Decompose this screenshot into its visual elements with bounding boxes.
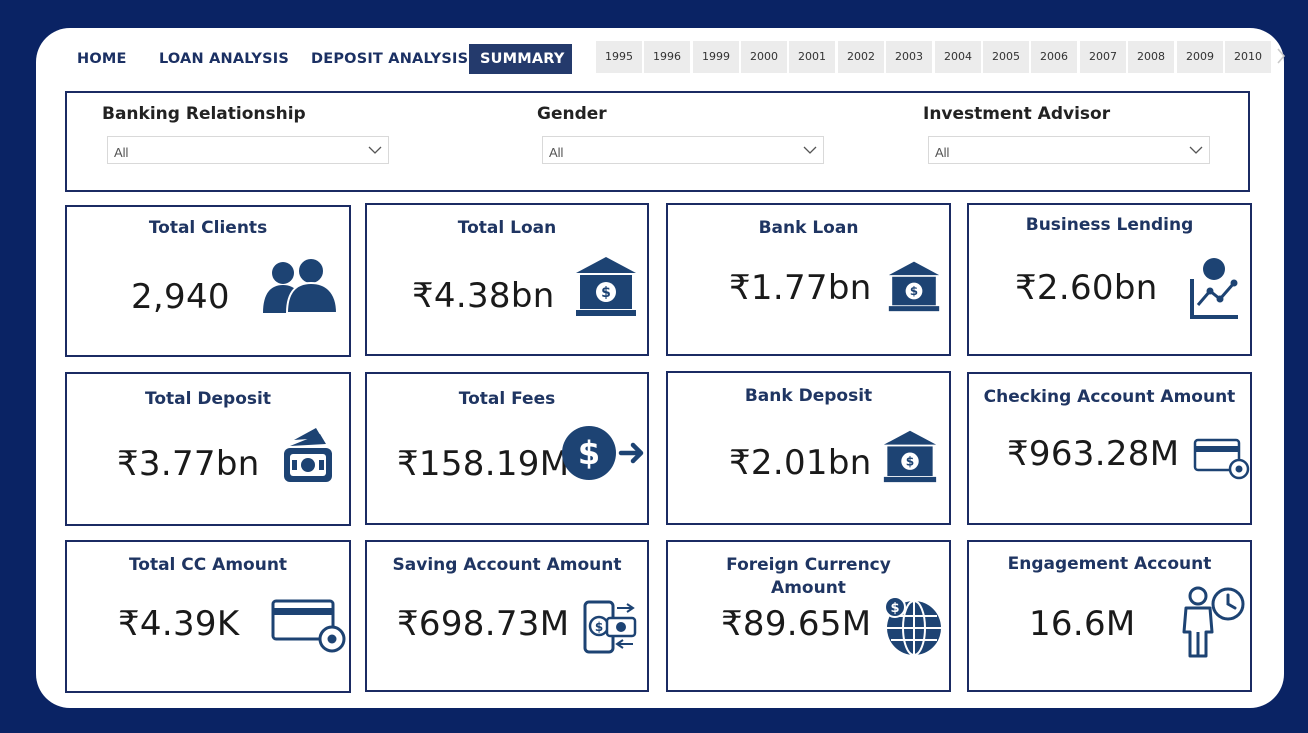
card-value: ₹2.60bn	[1015, 268, 1158, 308]
mobile-payment-icon: $	[583, 600, 637, 654]
card-value: ₹698.73M	[397, 604, 570, 644]
card-value: ₹1.77bn	[729, 268, 872, 308]
year-button[interactable]: 2007	[1080, 41, 1126, 73]
kpi-card-bank-deposit: Bank Deposit ₹2.01bn $	[666, 371, 951, 525]
svg-text:$: $	[910, 284, 918, 298]
year-button[interactable]: 2008	[1128, 41, 1174, 73]
card-title: Engagement Account	[1007, 554, 1212, 574]
card-value: ₹158.19M	[397, 444, 570, 484]
year-button[interactable]: 2001	[789, 41, 835, 73]
kpi-card-bank-loan: Bank Loan ₹1.77bn $	[666, 203, 951, 356]
gender-dropdown[interactable]: All	[542, 136, 824, 164]
kpi-card-total-cc-amount: Total CC Amount ₹4.39K	[65, 540, 351, 693]
dropdown-value: All	[549, 145, 564, 160]
card-value: ₹4.39K	[118, 604, 240, 644]
card-value: ₹3.77bn	[117, 444, 260, 484]
globe-dollar-icon: $	[884, 596, 941, 656]
card-value: ₹89.65M	[721, 604, 872, 644]
year-button[interactable]: 2006	[1031, 41, 1077, 73]
card-title: Total Deposit	[145, 389, 271, 409]
card-value: ₹2.01bn	[729, 443, 872, 483]
kpi-card-total-loan: Total Loan ₹4.38bn $	[365, 203, 649, 356]
chevron-down-icon	[1189, 146, 1203, 154]
year-button[interactable]: 1996	[644, 41, 690, 73]
tab-loan-analysis[interactable]: LOAN ANALYSIS	[159, 44, 289, 74]
card-settings-icon	[271, 599, 346, 653]
card-title: Business Lending	[1025, 215, 1194, 235]
investment-advisor-dropdown[interactable]: All	[928, 136, 1210, 164]
users-icon	[263, 257, 339, 314]
card-title: Total Clients	[148, 218, 268, 238]
dropdown-value: All	[114, 145, 129, 160]
kpi-card-checking-account-amount: Checking Account Amount ₹963.28M	[967, 372, 1252, 525]
kpi-card-foreign-currency-amount: Foreign Currency Amount ₹89.65M $	[666, 540, 951, 692]
svg-text:$: $	[890, 601, 899, 616]
card-value: ₹4.38bn	[412, 276, 555, 316]
card-title: Bank Loan	[758, 218, 859, 238]
svg-text:$: $	[601, 285, 611, 301]
filter-label-gender: Gender	[537, 104, 607, 124]
svg-text:$: $	[595, 620, 603, 634]
card-title: Total Fees	[458, 389, 556, 409]
year-button[interactable]: 1999	[693, 41, 739, 73]
kpi-card-total-clients: Total Clients 2,940	[65, 205, 351, 357]
svg-text:$: $	[578, 434, 600, 472]
tab-summary[interactable]: SUMMARY	[469, 44, 572, 74]
year-button[interactable]: 2000	[741, 41, 787, 73]
card-title: Foreign Currency Amount	[726, 555, 891, 598]
cash-deposit-icon	[284, 428, 332, 482]
card-value: 16.6M	[1029, 604, 1136, 644]
chevron-right-icon[interactable]	[1276, 47, 1286, 65]
card-title: Checking Account Amount	[983, 387, 1236, 407]
kpi-card-business-lending: Business Lending ₹2.60bn	[967, 203, 1252, 356]
growth-chart-icon	[1190, 258, 1238, 319]
card-title: Bank Deposit	[744, 386, 873, 406]
year-button[interactable]: 2002	[838, 41, 884, 73]
svg-text:$: $	[906, 455, 914, 469]
year-button[interactable]: 2003	[886, 41, 932, 73]
kpi-card-total-fees: Total Fees ₹158.19M $	[365, 372, 649, 525]
filter-label-banking-relationship: Banking Relationship	[102, 104, 306, 124]
filter-label-investment-advisor: Investment Advisor	[923, 104, 1111, 124]
person-clock-icon	[1182, 586, 1245, 658]
kpi-card-saving-account-amount: Saving Account Amount ₹698.73M $	[365, 540, 649, 692]
banking-relationship-dropdown[interactable]: All	[107, 136, 389, 164]
kpi-card-total-deposit: Total Deposit ₹3.77bn	[65, 372, 351, 526]
year-button[interactable]: 1995	[596, 41, 642, 73]
bank-icon: $	[888, 261, 940, 312]
tab-deposit-analysis[interactable]: DEPOSIT ANALYSIS	[311, 44, 468, 74]
card-value: ₹963.28M	[1007, 434, 1180, 474]
card-title: Saving Account Amount	[392, 555, 622, 575]
year-button[interactable]: 2009	[1177, 41, 1223, 73]
year-button[interactable]: 2004	[935, 41, 981, 73]
card-title: Total CC Amount	[128, 555, 288, 575]
card-settings-icon	[1193, 438, 1250, 480]
chevron-down-icon	[368, 146, 382, 154]
year-button[interactable]: 2010	[1225, 41, 1271, 73]
dollar-transfer-icon: $	[562, 426, 644, 480]
dropdown-value: All	[935, 145, 950, 160]
tab-home[interactable]: HOME	[77, 44, 127, 74]
year-button[interactable]: 2005	[983, 41, 1029, 73]
kpi-card-engagement-account: Engagement Account 16.6M	[967, 540, 1252, 692]
chevron-down-icon	[803, 146, 817, 154]
bank-icon: $	[576, 257, 636, 316]
card-title: Total Loan	[457, 218, 557, 238]
bank-icon: $	[883, 430, 937, 483]
card-value: 2,940	[131, 277, 230, 317]
